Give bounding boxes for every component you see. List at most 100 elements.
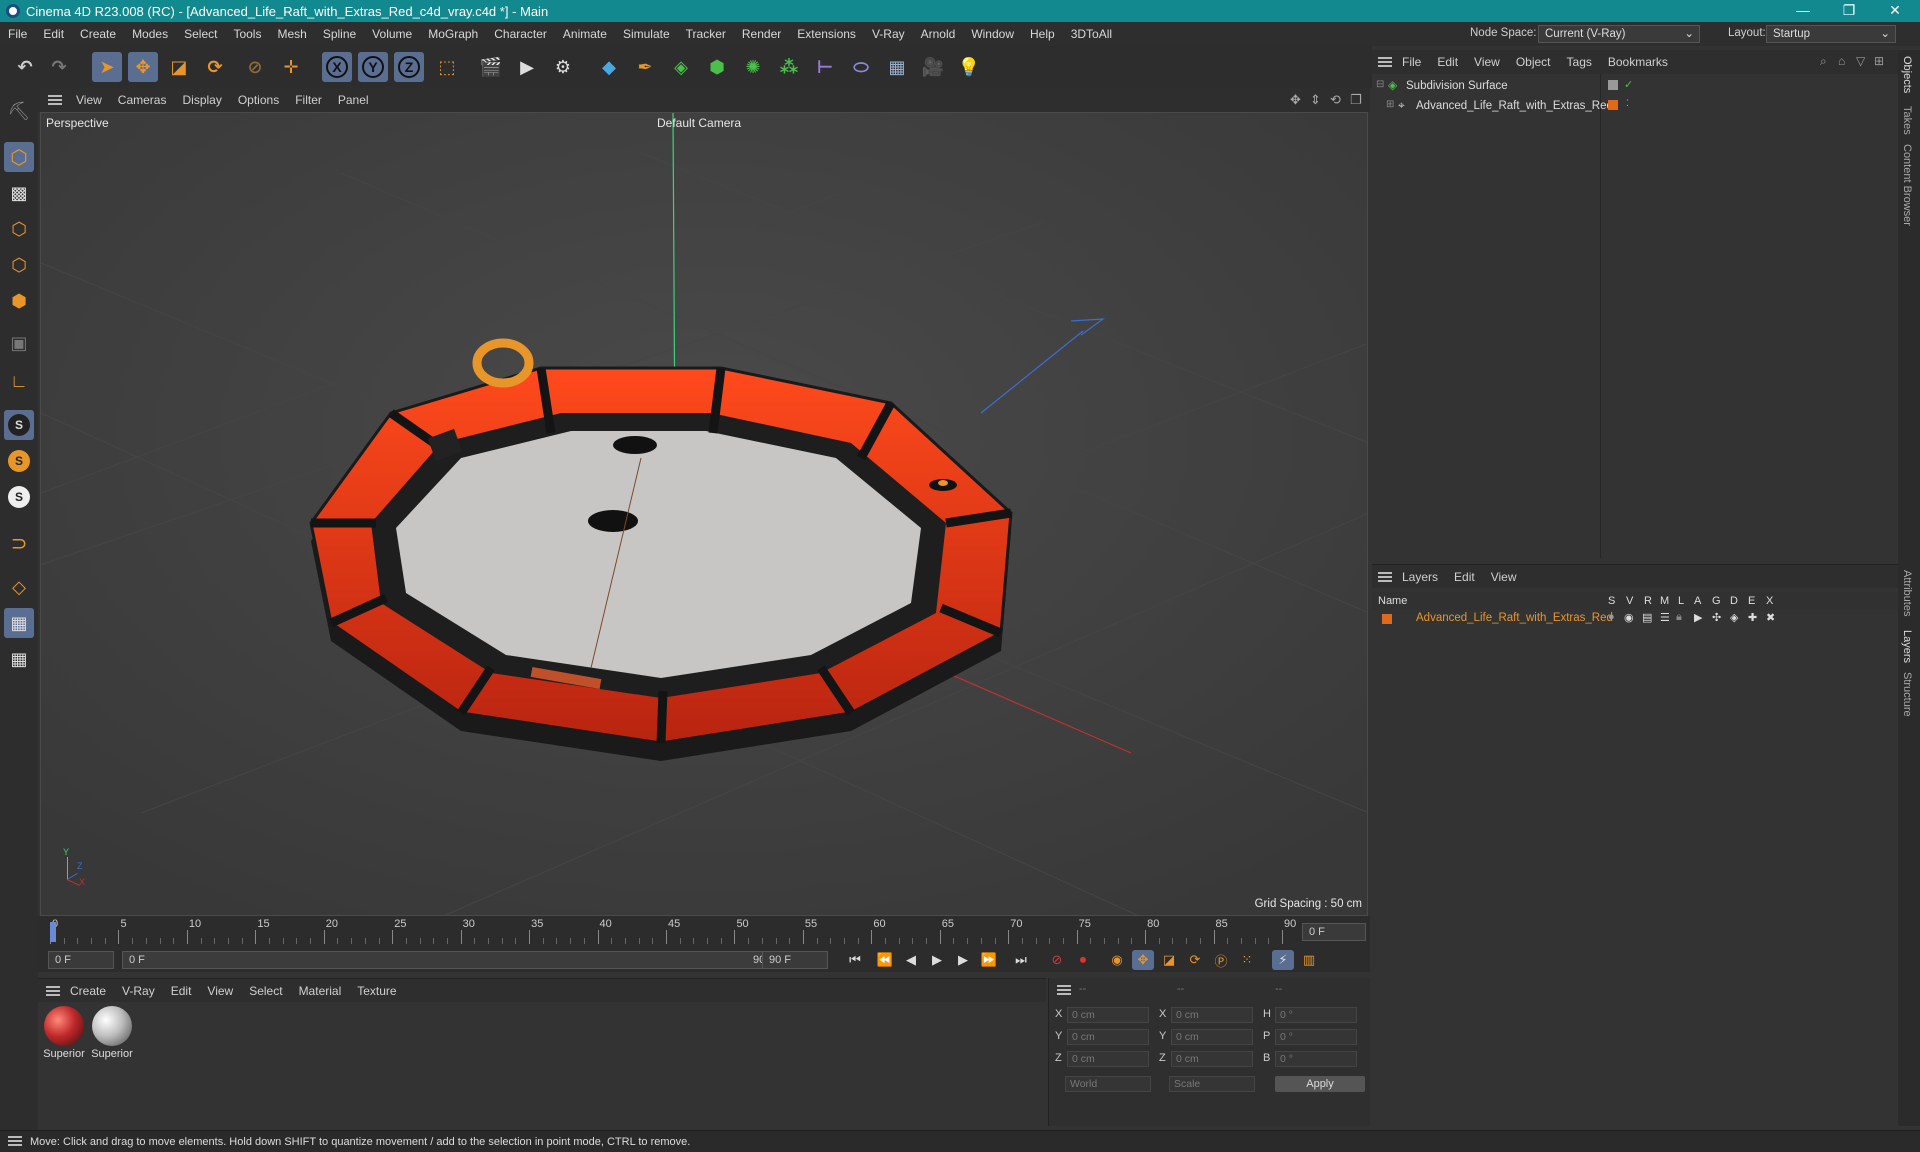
key-parameter-button[interactable]: Ⓟ <box>1210 950 1232 970</box>
apply-button[interactable]: Apply <box>1275 1076 1365 1092</box>
effector-button[interactable]: ⬭ <box>846 52 876 82</box>
viewport-menu-display[interactable]: Display <box>174 93 229 107</box>
menu-mesh[interactable]: Mesh <box>269 27 314 41</box>
viewport-menu-options[interactable]: Options <box>230 93 287 107</box>
material-menu-icon[interactable] <box>46 986 60 996</box>
next-key-button[interactable]: ⏩ <box>978 950 1000 970</box>
col-render[interactable]: R <box>1644 595 1652 607</box>
go-to-start-button[interactable]: ⏮ <box>844 950 866 970</box>
menu-3dtoall[interactable]: 3DToAll <box>1063 27 1120 41</box>
make-editable-button[interactable]: ⛏ <box>4 96 34 126</box>
layer-swatch[interactable] <box>1608 80 1618 90</box>
expression-icon[interactable]: ✚ <box>1748 611 1757 624</box>
layer-color-swatch[interactable] <box>1382 614 1392 624</box>
autokey-button[interactable]: ⏺ <box>1072 950 1094 970</box>
move-tool-button[interactable]: ✥ <box>128 52 158 82</box>
material-menu-view[interactable]: View <box>199 984 241 998</box>
locked-workplane-button[interactable]: ▦ <box>4 644 34 674</box>
object-row-raft[interactable]: ⊞ ⌖ Advanced_Life_Raft_with_Extras_Red ⁚ <box>1372 98 1898 116</box>
restore-button[interactable]: ❐ <box>1826 0 1872 22</box>
status-menu-icon[interactable] <box>8 1136 22 1146</box>
frame-range-slider[interactable]: 0 F 90 F <box>122 951 784 969</box>
enabled-check-icon[interactable]: ✓ <box>1624 78 1633 91</box>
pen-spline-button[interactable]: ✒ <box>630 52 660 82</box>
filter-icon[interactable]: ▽ <box>1856 54 1865 68</box>
layer-menu-icon[interactable] <box>1378 572 1392 582</box>
extrude-button[interactable]: ⬢ <box>702 52 732 82</box>
deformer-icon[interactable]: ◈ <box>1730 611 1738 624</box>
menu-help[interactable]: Help <box>1022 27 1063 41</box>
menu-extensions[interactable]: Extensions <box>789 27 864 41</box>
object-menu-object[interactable]: Object <box>1508 55 1559 69</box>
menu-window[interactable]: Window <box>963 27 1022 41</box>
snap-button[interactable]: S <box>4 410 34 440</box>
viewport-rotate-icon[interactable]: ⟲ <box>1330 92 1341 108</box>
tab-takes[interactable]: Takes <box>1901 106 1913 135</box>
z-axis-button[interactable]: Z <box>394 52 424 82</box>
col-solo[interactable]: S <box>1608 595 1615 607</box>
render-clapper-icon[interactable]: ▤ <box>1642 611 1652 624</box>
material-menu-edit[interactable]: Edit <box>163 984 200 998</box>
quantize-button[interactable]: S <box>4 482 34 512</box>
selection-tool-button[interactable]: ➤ <box>92 52 122 82</box>
coordinate-space-dropdown[interactable]: World <box>1065 1076 1151 1092</box>
tab-content-browser[interactable]: Content Browser <box>1901 144 1913 226</box>
node-space-dropdown[interactable]: Current (V-Ray) ⌄ <box>1538 25 1700 43</box>
object-menu-bookmarks[interactable]: Bookmarks <box>1600 55 1676 69</box>
snap-settings-button[interactable]: S <box>4 446 34 476</box>
col-expressions[interactable]: E <box>1748 595 1755 607</box>
col-deformers[interactable]: D <box>1730 595 1738 607</box>
layer-swatch[interactable] <box>1608 100 1618 110</box>
go-to-end-button[interactable]: ⏭ <box>1010 950 1032 970</box>
viewport-menu-cameras[interactable]: Cameras <box>110 93 175 107</box>
menu-simulate[interactable]: Simulate <box>615 27 678 41</box>
pos-z-field[interactable]: 0 cm <box>1067 1051 1149 1067</box>
viewport-maximize-icon[interactable]: ❐ <box>1350 92 1362 108</box>
menu-mograph[interactable]: MoGraph <box>420 27 486 41</box>
new-view-icon[interactable]: ⊞ <box>1874 54 1884 68</box>
menu-modes[interactable]: Modes <box>124 27 176 41</box>
coordinates-menu-icon[interactable] <box>1057 985 1071 995</box>
layer-menu-view[interactable]: View <box>1483 570 1525 584</box>
redo-button[interactable]: ↷ <box>44 52 74 82</box>
texture-mode-button[interactable]: ▩ <box>4 178 34 208</box>
visibility-dots-icon[interactable]: ⁚ <box>1626 98 1629 109</box>
render-settings-button[interactable]: ⚙ <box>548 52 578 82</box>
tab-attributes[interactable]: Attributes <box>1901 570 1913 616</box>
col-xref[interactable]: X <box>1766 595 1773 607</box>
field-button[interactable]: ⊢ <box>810 52 840 82</box>
viewport-menu-filter[interactable]: Filter <box>287 93 330 107</box>
pos-x-field[interactable]: 0 cm <box>1067 1007 1149 1023</box>
viewport-dolly-icon[interactable]: ⇕ <box>1310 92 1321 108</box>
start-frame-field[interactable]: 0 F <box>48 951 114 969</box>
object-row-subdivision[interactable]: ⊟ ◈ Subdivision Surface ✓ <box>1372 78 1898 96</box>
key-pla-button[interactable]: ⁙ <box>1236 950 1258 970</box>
play-button[interactable]: ▶ <box>926 950 948 970</box>
close-button[interactable]: ✕ <box>1872 0 1918 22</box>
layout-dropdown[interactable]: Startup ⌄ <box>1766 25 1896 43</box>
axis-mode-button[interactable]: ∟ <box>4 366 34 396</box>
size-x-field[interactable]: 0 cm <box>1171 1007 1253 1023</box>
menu-spline[interactable]: Spline <box>315 27 364 41</box>
menu-create[interactable]: Create <box>72 27 124 41</box>
col-locked[interactable]: L <box>1678 595 1684 607</box>
x-axis-button[interactable]: X <box>322 52 352 82</box>
object-menu-tags[interactable]: Tags <box>1559 55 1600 69</box>
menu-character[interactable]: Character <box>486 27 555 41</box>
recent-tool-button[interactable]: ⊘ <box>240 52 270 82</box>
col-name[interactable]: Name <box>1378 595 1407 607</box>
menu-edit[interactable]: Edit <box>35 27 72 41</box>
previous-frame-button[interactable]: ◀ <box>900 950 922 970</box>
points-mode-button[interactable]: ⬡ <box>4 214 34 244</box>
material-menu-create[interactable]: Create <box>62 984 114 998</box>
viewport-menu-panel[interactable]: Panel <box>330 93 377 107</box>
eye-icon[interactable]: ◉ <box>1624 611 1634 624</box>
model-mode-button[interactable]: ⬡ <box>4 142 34 172</box>
lock-icon[interactable]: 🔒︎ <box>1676 611 1682 624</box>
rot-b-field[interactable]: 0 ° <box>1275 1051 1357 1067</box>
motion-mode-button[interactable]: ⚡ <box>1272 950 1294 970</box>
polygons-mode-button[interactable]: ⬢ <box>4 286 34 316</box>
material-swatch[interactable]: Superior <box>90 1006 134 1060</box>
camera-button[interactable]: 🎥 <box>918 52 948 82</box>
col-view[interactable]: V <box>1626 595 1633 607</box>
